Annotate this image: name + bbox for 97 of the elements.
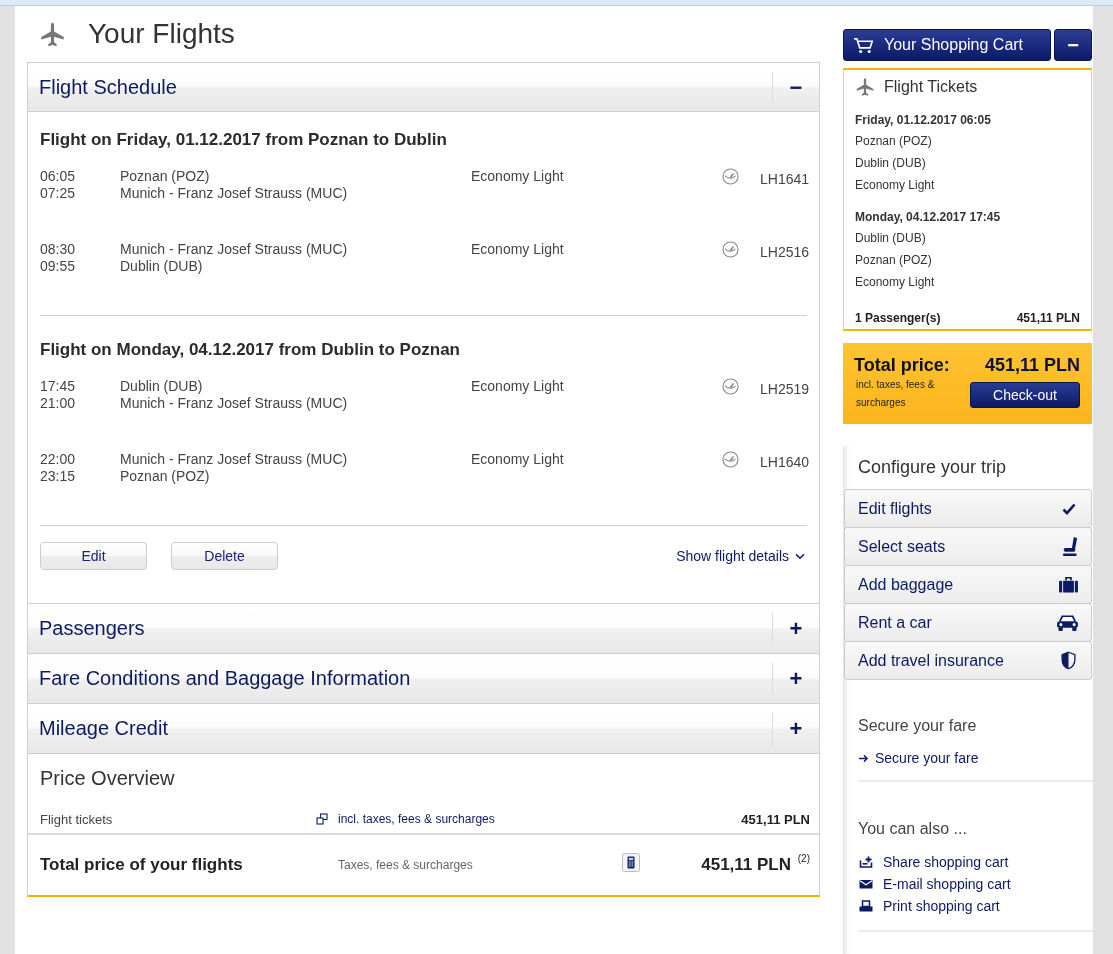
origin-airport: Poznan (POZ) [855, 133, 933, 150]
flight-number: LH2519 [760, 381, 810, 398]
configure-item[interactable]: Select seats [844, 527, 1092, 566]
shield-icon [1061, 651, 1076, 670]
section-title: Passengers [38, 616, 146, 641]
departure-time: 22:00 [40, 451, 76, 468]
departure-time: 08:30 [40, 241, 76, 258]
chevron-down-icon [795, 552, 805, 560]
total-label: Total price of your flights [40, 855, 244, 875]
section-title: Flight Schedule [38, 74, 178, 100]
circle-logo-icon [722, 378, 739, 395]
arrival-time: 21:00 [40, 395, 76, 412]
action-button[interactable]: Edit [40, 542, 147, 570]
departure-time: 17:45 [40, 378, 76, 395]
flight-date: Friday, 01.12.2017 06:05 [855, 112, 992, 129]
page-title: Your Flights [88, 18, 235, 50]
destination-airport: Poznan (POZ) [855, 252, 933, 269]
configure-item[interactable]: Edit flights [844, 489, 1092, 528]
arrival-time: 09:55 [40, 258, 76, 275]
departure-time: 06:05 [40, 168, 76, 185]
flight-number: LH1641 [760, 171, 810, 188]
cart-toggle-button[interactable]: − [1054, 29, 1092, 61]
toggle-button[interactable]: + [772, 663, 819, 695]
cart-action-link[interactable]: Print shopping cart [859, 895, 1000, 917]
total-price-amount: 451,11 PLN [984, 354, 1080, 376]
total-price-label: Total price: [854, 354, 950, 376]
circle-logo-icon [722, 168, 739, 185]
accordion-header[interactable]: Flight Schedule − [27, 62, 820, 112]
origin-airport: Dublin (DUB) [120, 378, 203, 395]
destination-airport: Dublin (DUB) [120, 258, 203, 275]
secure-link[interactable]: Secure your fare [858, 749, 979, 767]
fare-class: Economy Light [855, 274, 936, 291]
envelope-icon [859, 879, 873, 889]
price-title: Price Overview [39, 766, 176, 790]
plane-icon [855, 77, 875, 97]
price-label: Flight tickets [40, 811, 114, 827]
secure-title: Secure your fare [858, 716, 977, 736]
taxes-note: Taxes, fees & surcharges [338, 858, 474, 872]
destination-airport: Munich - Franz Josef Strauss (MUC) [120, 395, 348, 412]
destination-airport: Poznan (POZ) [120, 468, 210, 485]
plane-icon [39, 20, 66, 48]
configure-item[interactable]: Add travel insurance [844, 641, 1092, 680]
fare-class: Economy Light [471, 451, 564, 468]
calculator-icon [622, 852, 640, 872]
accordion-header[interactable]: Mileage Credit + [27, 703, 820, 753]
arrival-time: 23:15 [40, 468, 76, 485]
arrival-time: 07:25 [40, 185, 76, 202]
section-title: Fare Conditions and Baggage Information [38, 666, 412, 691]
accordion-header[interactable]: Fare Conditions and Baggage Information + [27, 653, 820, 703]
flight-heading: Flight on Monday, 04.12.2017 from Dublin to Poznan [40, 340, 461, 360]
show-details-link[interactable]: Show flight details [676, 548, 805, 564]
toggle-button[interactable]: + [772, 713, 819, 745]
toggle-button[interactable]: − [772, 72, 819, 103]
flight-heading: Flight on Friday, 01.12.2017 from Poznan to Dublin [40, 130, 448, 150]
flight-date: Monday, 04.12.2017 17:45 [855, 209, 1002, 226]
seat-icon [1062, 536, 1079, 557]
origin-airport: Munich - Franz Josef Strauss (MUC) [120, 241, 348, 258]
fare-class: Economy Light [471, 241, 564, 258]
cart-button[interactable]: Your Shopping Cart [843, 29, 1051, 61]
toggle-button[interactable]: + [772, 613, 819, 645]
fare-class: Economy Light [471, 378, 564, 395]
cart-action-link[interactable]: E-mail shopping cart [859, 873, 1011, 895]
accordion-header[interactable]: Passengers + [27, 603, 820, 653]
configure-item[interactable]: Rent a car [844, 603, 1092, 642]
arrow-right-icon [858, 753, 869, 763]
car-icon [1056, 613, 1079, 632]
checkout-button[interactable]: Check-out [970, 382, 1080, 408]
section-title: Mileage Credit [38, 716, 169, 741]
check-icon [1062, 502, 1076, 515]
destination-airport: Dublin (DUB) [855, 155, 927, 172]
cart-icon [853, 36, 874, 54]
circle-logo-icon [722, 241, 739, 258]
cart-action-link[interactable]: Share shopping cart [859, 851, 1009, 873]
destination-airport: Munich - Franz Josef Strauss (MUC) [120, 185, 348, 202]
fare-class: Economy Light [855, 177, 936, 194]
fare-class: Economy Light [471, 168, 564, 185]
share-icon [859, 856, 873, 868]
cart-amount: 451,11 PLN [1016, 310, 1080, 327]
price-amount: 451,11 PLN [741, 811, 810, 827]
new-window-icon [316, 813, 328, 825]
action-button[interactable]: Delete [171, 542, 278, 570]
flight-number: LH1640 [760, 454, 810, 471]
origin-airport: Dublin (DUB) [855, 230, 927, 247]
configure-title: Configure your trip [857, 456, 1008, 478]
origin-airport: Munich - Franz Josef Strauss (MUC) [120, 451, 348, 468]
taxes-link[interactable]: incl. taxes, fees & surcharges [338, 812, 495, 826]
suitcase-icon [1058, 576, 1079, 593]
cart-title: Flight Tickets [884, 78, 978, 96]
also-title: You can also ... [858, 819, 967, 839]
flight-number: LH2516 [760, 244, 810, 261]
circle-logo-icon [722, 451, 739, 468]
printer-icon [859, 900, 873, 912]
total-amount: 451,11 PLN $^{(2)}$ [701, 855, 810, 875]
total-price-note: incl. taxes, fees & surcharges [855, 378, 936, 410]
origin-airport: Poznan (POZ) [120, 168, 210, 185]
passenger-count: 1 Passenger(s) [855, 310, 941, 327]
configure-item[interactable]: Add baggage [844, 565, 1092, 604]
